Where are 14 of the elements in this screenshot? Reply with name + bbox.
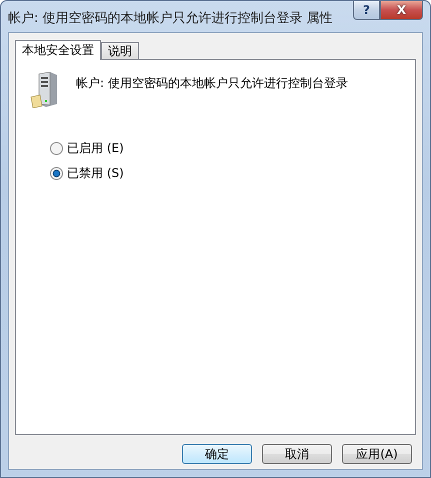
help-button[interactable]: ? xyxy=(353,1,380,20)
window-title: 帐户: 使用空密码的本地帐户只允许进行控制台登录 属性 xyxy=(8,10,333,27)
option-label[interactable]: 已禁用 (S) xyxy=(67,165,124,182)
tab[interactable]: 本地安全设置 xyxy=(15,40,101,60)
dialog-button[interactable]: 取消 xyxy=(262,444,332,464)
tab[interactable]: 说明 xyxy=(101,42,139,59)
server-icon xyxy=(30,72,60,108)
policy-heading: 帐户: 使用空密码的本地帐户只允许进行控制台登录 xyxy=(76,74,348,92)
option-label[interactable]: 已启用 (E) xyxy=(67,140,124,157)
radio-button[interactable] xyxy=(50,142,63,155)
radio-button[interactable] xyxy=(50,167,63,180)
dialog-button[interactable]: 应用(A) xyxy=(342,444,412,464)
close-button[interactable]: X xyxy=(380,1,423,20)
dialog-button[interactable]: 确定 xyxy=(182,444,252,464)
